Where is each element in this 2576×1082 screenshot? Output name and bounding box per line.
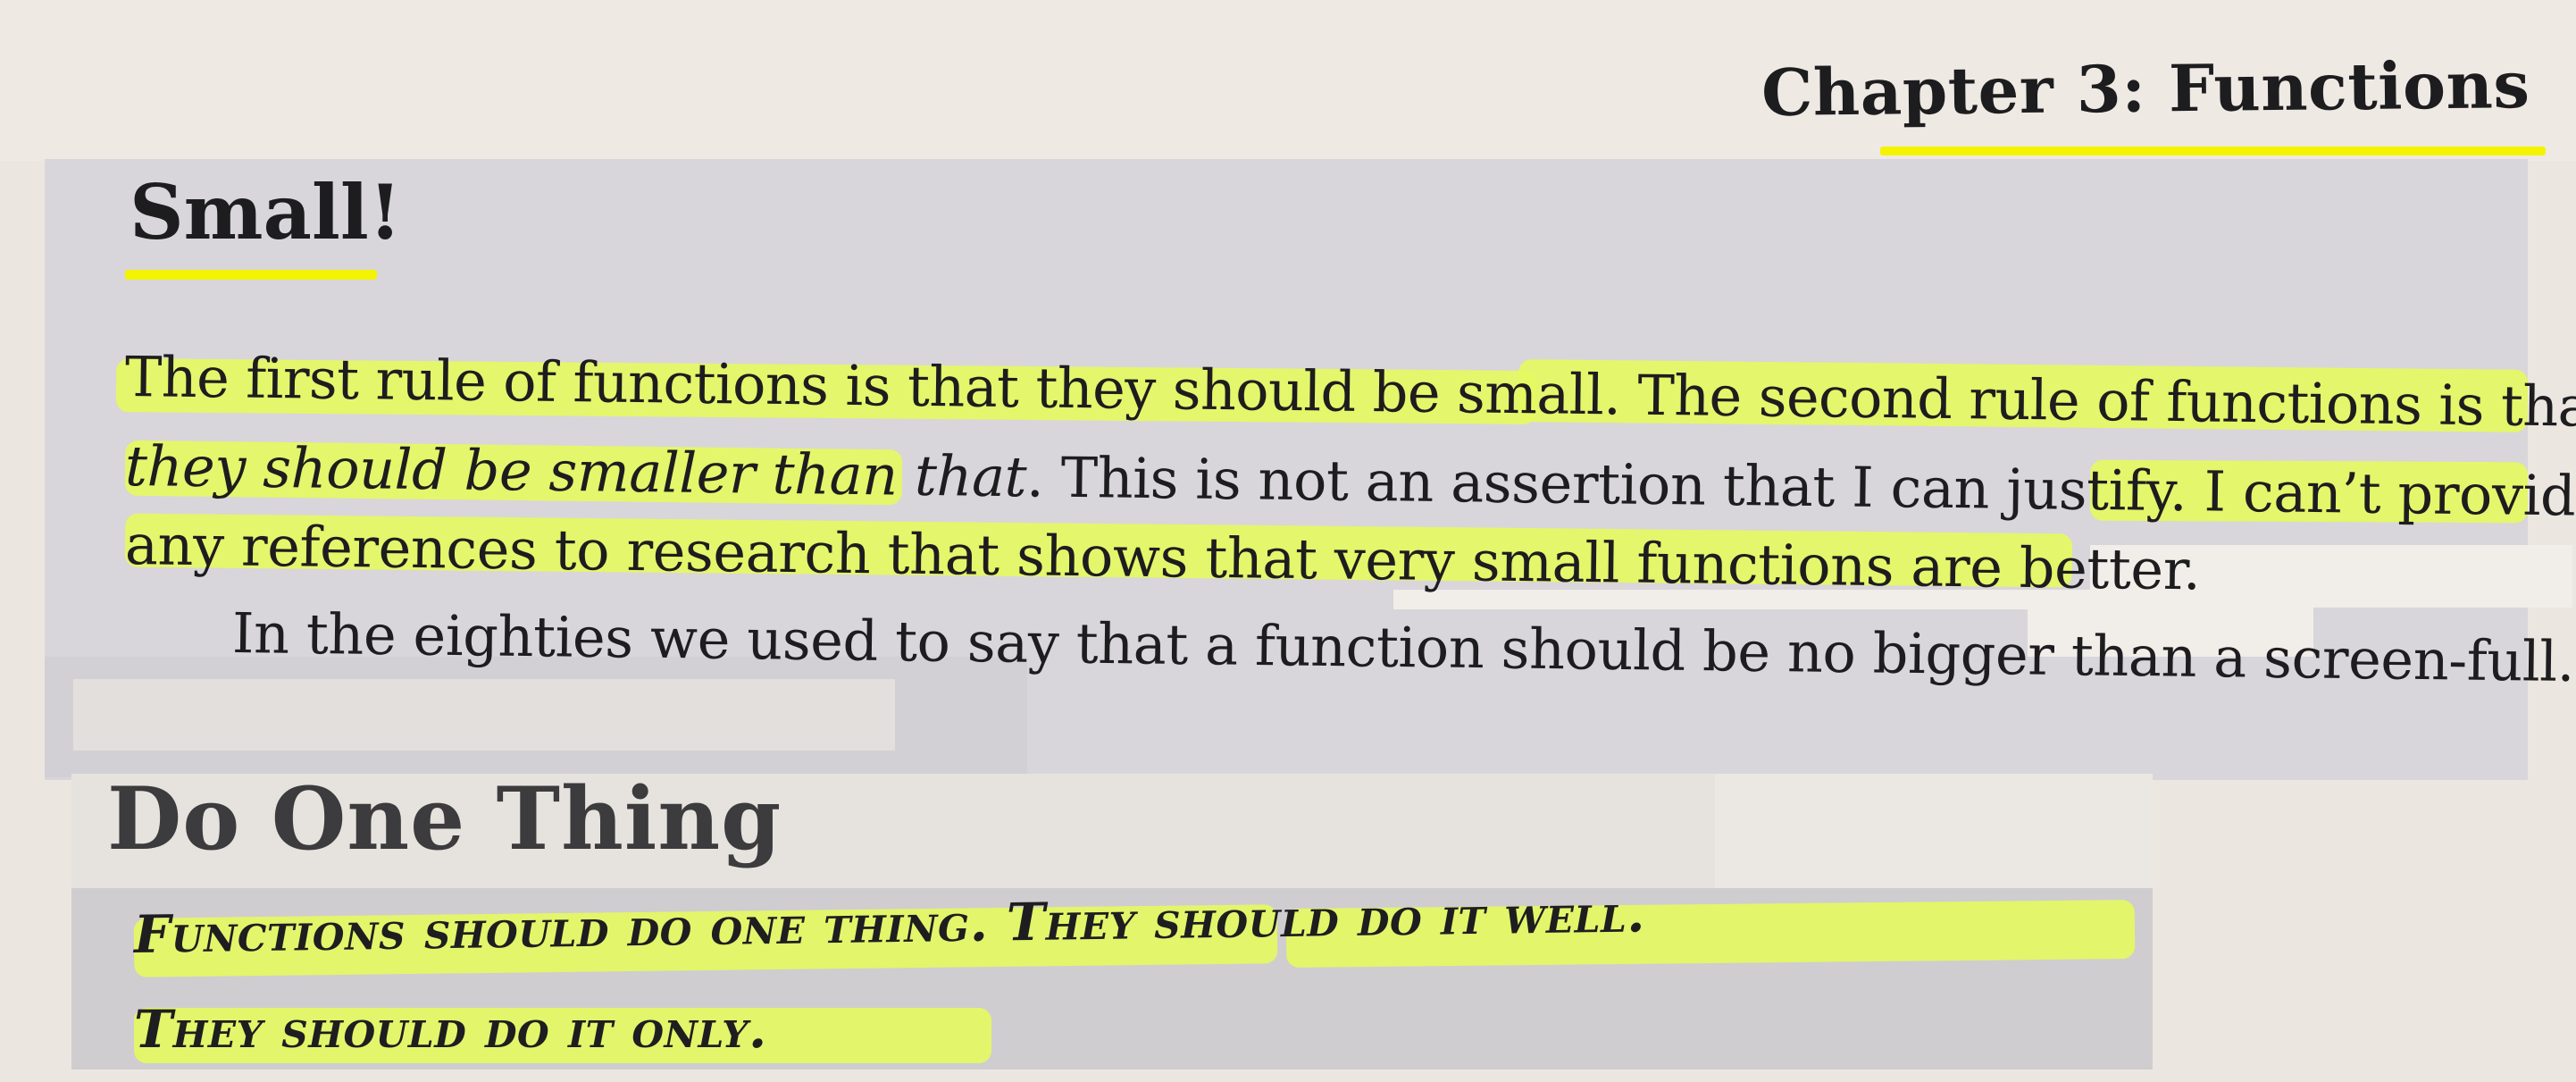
italic-phrase: they should be smaller than that: [124, 433, 1027, 510]
paper-patch: [1715, 774, 2153, 890]
rule-line: They should do it only.: [134, 999, 767, 1060]
chapter-title-underline: [1880, 147, 2546, 155]
heading-small-underline: [125, 270, 377, 280]
panel-shade-light: [73, 679, 895, 751]
chapter-title: Chapter 3: Functions: [1761, 46, 2530, 131]
heading-do-one-thing: Do One Thing: [107, 768, 782, 869]
heading-small: Small!: [130, 168, 402, 256]
